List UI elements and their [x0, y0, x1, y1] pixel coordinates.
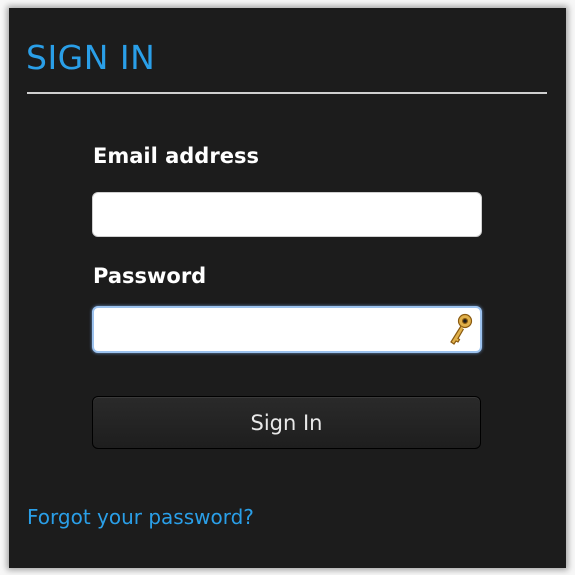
email-label: Email address: [93, 144, 259, 168]
sign-in-button[interactable]: Sign In: [92, 396, 481, 449]
password-label: Password: [93, 264, 207, 288]
page-title: SIGN IN: [26, 38, 156, 77]
password-field[interactable]: [92, 306, 482, 353]
title-divider: [27, 92, 547, 94]
email-field[interactable]: [92, 192, 482, 237]
forgot-password-link[interactable]: Forgot your password?: [27, 507, 254, 527]
key-icon[interactable]: [446, 312, 476, 348]
sign-in-panel: SIGN IN Email address Password Sign In F…: [9, 8, 566, 568]
